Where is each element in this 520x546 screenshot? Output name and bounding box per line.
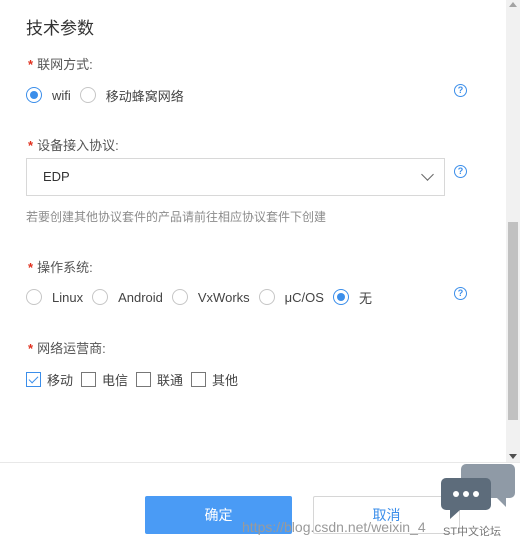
required-mark: * bbox=[28, 341, 34, 356]
checkbox-mobile[interactable] bbox=[26, 371, 41, 387]
protocol-hint: 若要创建其他协议套件的产品请前往相应协议套件下创建 bbox=[26, 210, 327, 224]
radio-ucos-label[interactable]: μC/OS bbox=[285, 290, 324, 305]
required-mark: * bbox=[28, 260, 34, 275]
os-label-text: 操作系统: bbox=[37, 260, 93, 275]
checkbox-telecom-label[interactable]: 电信 bbox=[102, 370, 128, 389]
watermark-url: https://blog.csdn.net/weixin_4 bbox=[242, 519, 426, 535]
protocol-label: * 设备接入协议: bbox=[28, 135, 119, 154]
radio-cellular[interactable] bbox=[79, 87, 96, 103]
network-label: * 联网方式: bbox=[28, 54, 93, 73]
protocol-help-icon[interactable]: ? bbox=[454, 165, 467, 178]
os-radio-group: Linux Android VxWorks μC/OS 无 bbox=[26, 288, 381, 306]
protocol-label-text: 设备接入协议: bbox=[37, 138, 119, 153]
watermark-caption: ST中文论坛 bbox=[443, 526, 502, 538]
checkbox-other[interactable] bbox=[191, 371, 207, 387]
protocol-select[interactable]: EDP bbox=[26, 158, 445, 196]
chevron-down-icon bbox=[421, 168, 434, 181]
radio-vxworks[interactable] bbox=[171, 289, 188, 305]
radio-none-label[interactable]: 无 bbox=[359, 288, 372, 307]
carrier-label-text: 网络运营商: bbox=[37, 341, 106, 356]
scroll-up-arrow-icon[interactable] bbox=[509, 2, 517, 7]
radio-wifi-label[interactable]: wifi bbox=[52, 88, 71, 103]
radio-ucos[interactable] bbox=[258, 289, 275, 305]
radio-none[interactable] bbox=[332, 289, 349, 305]
technical-params-panel: 技术参数 * 联网方式: wifi 移动蜂窝网络 ? * 设备接入协议: EDP ?… bbox=[0, 0, 506, 462]
chat-bubbles-icon bbox=[441, 464, 515, 519]
carrier-checkbox-group: 移动 电信 联通 其他 bbox=[26, 370, 246, 388]
vertical-scrollbar[interactable] bbox=[506, 0, 520, 462]
radio-android[interactable] bbox=[92, 289, 109, 305]
section-title: 技术参数 bbox=[26, 19, 94, 38]
scroll-down-arrow-icon[interactable] bbox=[509, 454, 517, 459]
radio-cellular-label[interactable]: 移动蜂窝网络 bbox=[106, 86, 184, 105]
checkbox-other-label[interactable]: 其他 bbox=[212, 370, 238, 389]
required-mark: * bbox=[28, 57, 34, 72]
protocol-selected-value: EDP bbox=[43, 169, 70, 184]
network-radio-group: wifi 移动蜂窝网络 bbox=[26, 86, 193, 104]
radio-android-label[interactable]: Android bbox=[118, 290, 163, 305]
radio-wifi[interactable] bbox=[26, 87, 42, 103]
checkbox-unicom[interactable] bbox=[136, 371, 152, 387]
required-mark: * bbox=[28, 138, 34, 153]
network-label-text: 联网方式: bbox=[37, 57, 93, 72]
os-help-icon[interactable]: ? bbox=[454, 287, 467, 300]
radio-linux[interactable] bbox=[26, 289, 42, 305]
network-help-icon[interactable]: ? bbox=[454, 84, 467, 97]
checkbox-mobile-label[interactable]: 移动 bbox=[47, 370, 73, 389]
checkbox-telecom[interactable] bbox=[81, 371, 97, 387]
radio-linux-label[interactable]: Linux bbox=[52, 290, 83, 305]
checkbox-unicom-label[interactable]: 联通 bbox=[157, 370, 183, 389]
os-label: * 操作系统: bbox=[28, 257, 93, 276]
scroll-thumb[interactable] bbox=[508, 222, 518, 420]
carrier-label: * 网络运营商: bbox=[28, 338, 106, 357]
radio-vxworks-label[interactable]: VxWorks bbox=[198, 290, 250, 305]
